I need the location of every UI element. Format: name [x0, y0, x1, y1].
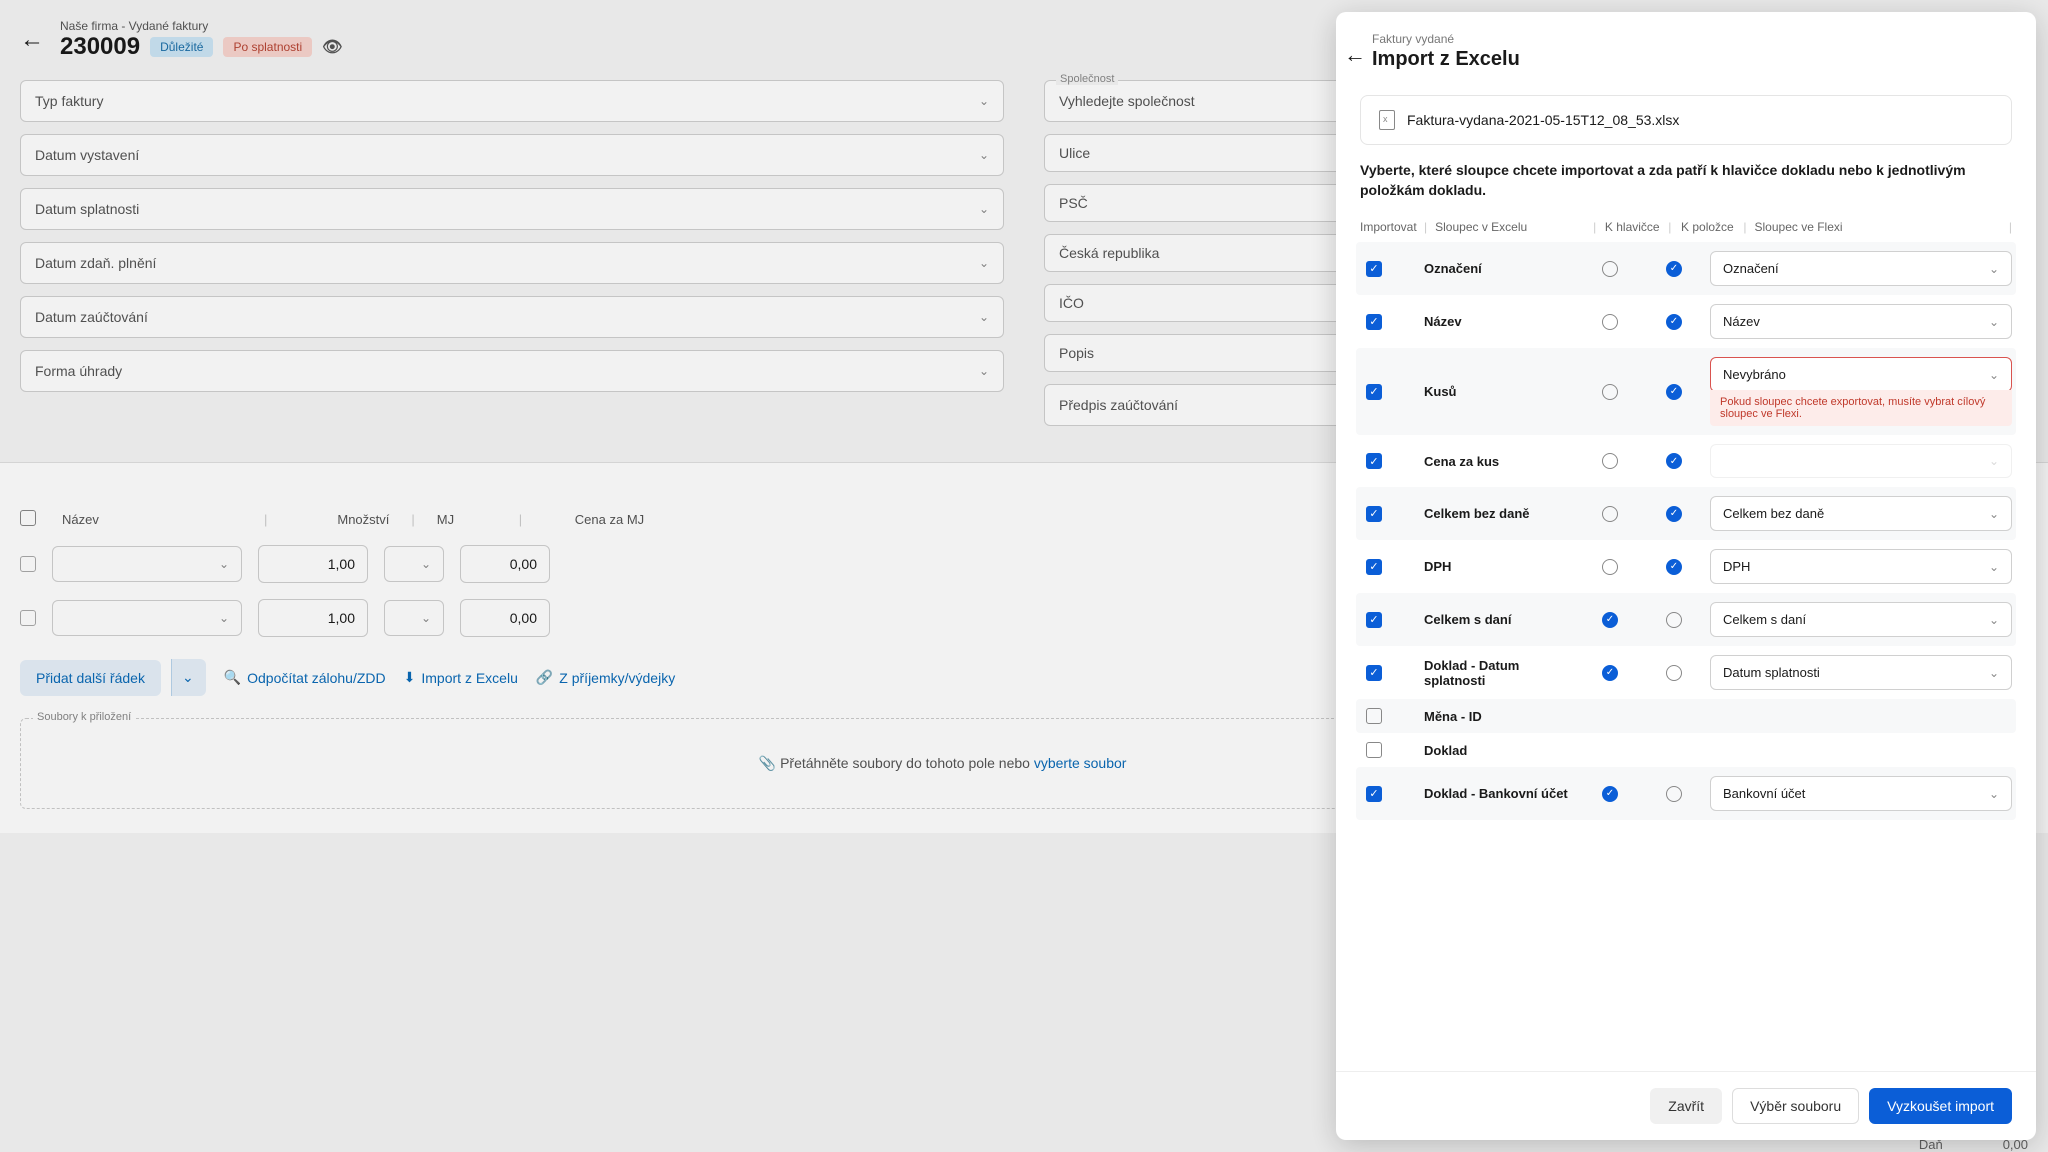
import-checkbox[interactable]: ✓ [1366, 665, 1382, 681]
to-header-radio[interactable] [1602, 384, 1618, 400]
mapping-row: ✓ Název Název⌄ [1356, 295, 2016, 348]
excel-column-name: Měna - ID [1424, 709, 1574, 724]
excel-column-name: Celkem s daní [1424, 612, 1574, 627]
panel-title: Import z Excelu [1372, 48, 2000, 71]
to-item-radio[interactable] [1666, 314, 1682, 330]
try-import-button[interactable]: Vyzkoušet import [1869, 1088, 2012, 1124]
to-header-radio[interactable] [1602, 612, 1618, 628]
choose-file-button[interactable]: Výběr souboru [1732, 1088, 1859, 1124]
mapping-row: Doklad [1356, 733, 2016, 767]
import-checkbox[interactable]: ✓ [1366, 559, 1382, 575]
import-checkbox[interactable] [1366, 742, 1382, 758]
to-header-radio[interactable] [1602, 314, 1618, 330]
to-item-radio[interactable] [1666, 665, 1682, 681]
import-checkbox[interactable] [1366, 708, 1382, 724]
mapping-row: Měna - ID [1356, 699, 2016, 733]
excel-column-name: Označení [1424, 261, 1574, 276]
import-checkbox[interactable]: ✓ [1366, 612, 1382, 628]
to-header-radio[interactable] [1602, 506, 1618, 522]
to-header-radio[interactable] [1602, 786, 1618, 802]
flexi-column-select[interactable]: Datum splatnosti⌄ [1710, 655, 2012, 690]
mapping-row: ✓ Cena za kus ⌄ [1356, 435, 2016, 487]
to-item-radio[interactable] [1666, 506, 1682, 522]
excel-column-name: Kusů [1424, 384, 1574, 399]
import-panel: ← Faktury vydané Import z Excelu Faktura… [1336, 12, 2036, 1140]
to-item-radio[interactable] [1666, 786, 1682, 802]
mapping-row: ✓ Kusů Nevybráno⌄Pokud sloupec chcete ex… [1356, 348, 2016, 435]
to-header-radio[interactable] [1602, 665, 1618, 681]
import-checkbox[interactable]: ✓ [1366, 506, 1382, 522]
mapping-row: ✓ Celkem s daní Celkem s daní⌄ [1356, 593, 2016, 646]
mapping-row: ✓ Označení Označení⌄ [1356, 242, 2016, 295]
import-checkbox[interactable]: ✓ [1366, 786, 1382, 802]
col-import-header: Importovat [1360, 220, 1416, 234]
to-header-radio[interactable] [1602, 261, 1618, 277]
panel-breadcrumb: Faktury vydané [1372, 32, 2000, 46]
flexi-column-select[interactable]: Celkem bez daně⌄ [1710, 496, 2012, 531]
mapping-row: ✓ DPH DPH⌄ [1356, 540, 2016, 593]
excel-column-name: Název [1424, 314, 1574, 329]
flexi-column-select[interactable]: Celkem s daní⌄ [1710, 602, 2012, 637]
excel-column-name: Doklad - Datum splatnosti [1424, 658, 1574, 688]
to-item-radio[interactable] [1666, 453, 1682, 469]
excel-column-name: DPH [1424, 559, 1574, 574]
col-head-header: K hlavičce [1604, 220, 1660, 234]
panel-instruction: Vyberte, které sloupce chcete importovat… [1336, 161, 2036, 212]
file-name: Faktura-vydana-2021-05-15T12_08_53.xlsx [1407, 112, 1679, 128]
flexi-column-select[interactable]: Název⌄ [1710, 304, 2012, 339]
col-excel-header: Sloupec v Excelu [1435, 220, 1585, 234]
import-checkbox[interactable]: ✓ [1366, 384, 1382, 400]
excel-column-name: Doklad - Bankovní účet [1424, 786, 1574, 801]
to-item-radio[interactable] [1666, 559, 1682, 575]
col-item-header: K položce [1679, 220, 1735, 234]
flexi-column-select[interactable]: Nevybráno⌄ [1710, 357, 2012, 392]
mapping-row: ✓ Doklad - Bankovní účet Bankovní účet⌄ [1356, 767, 2016, 820]
excel-column-name: Doklad [1424, 743, 1574, 758]
error-message: Pokud sloupec chcete exportovat, musíte … [1710, 390, 2012, 426]
to-header-radio[interactable] [1602, 559, 1618, 575]
close-button[interactable]: Zavřít [1650, 1088, 1722, 1124]
flexi-column-select[interactable]: Bankovní účet⌄ [1710, 776, 2012, 811]
excel-column-name: Celkem bez daně [1424, 506, 1574, 521]
to-item-radio[interactable] [1666, 384, 1682, 400]
to-item-radio[interactable] [1666, 612, 1682, 628]
panel-back-arrow[interactable]: ← [1344, 42, 1366, 68]
flexi-column-select[interactable]: ⌄ [1710, 444, 2012, 478]
excel-column-name: Cena za kus [1424, 454, 1574, 469]
import-checkbox[interactable]: ✓ [1366, 453, 1382, 469]
file-icon [1379, 110, 1395, 130]
file-chip: Faktura-vydana-2021-05-15T12_08_53.xlsx [1360, 95, 2012, 145]
mapping-row: ✓ Doklad - Datum splatnosti Datum splatn… [1356, 646, 2016, 699]
to-header-radio[interactable] [1602, 453, 1618, 469]
col-flexi-header: Sloupec ve Flexi [1755, 220, 2001, 234]
flexi-column-select[interactable]: Označení⌄ [1710, 251, 2012, 286]
mapping-row: ✓ Celkem bez daně Celkem bez daně⌄ [1356, 487, 2016, 540]
to-item-radio[interactable] [1666, 261, 1682, 277]
import-checkbox[interactable]: ✓ [1366, 261, 1382, 277]
flexi-column-select[interactable]: DPH⌄ [1710, 549, 2012, 584]
import-checkbox[interactable]: ✓ [1366, 314, 1382, 330]
